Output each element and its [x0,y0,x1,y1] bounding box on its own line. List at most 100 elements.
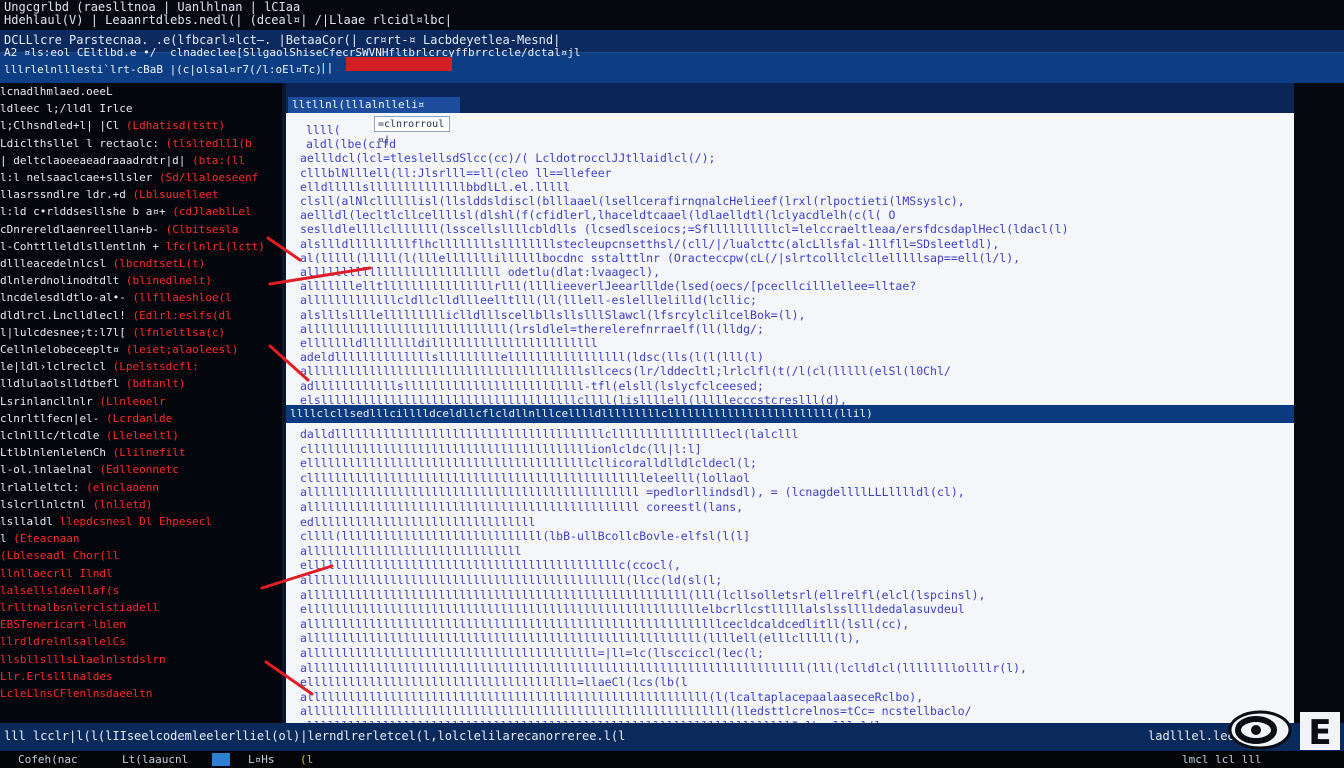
terminal-line: llasrssndlre ldr.+d (Lblsuuelleet [0,188,219,201]
code-line[interactable]: alsllldlllllllllflhcllllllllsllllllllste… [300,237,999,251]
editor-tab-label: lltllnl(lllalnlleli [292,98,418,111]
code-line[interactable]: aldl(lbe(cifd [306,137,396,151]
code-line[interactable]: alllllllllllllllllllllllllllllllllllllll… [300,500,743,514]
code-line[interactable]: clllblNlllell(ll:Jlsrlll==ll(cleo ll==ll… [300,166,612,180]
terminal-line: lsllaldl llepdcsnesl Dl Ehpesecl [0,515,212,528]
terminal-line-error: (Lcrdanlde [105,411,173,425]
terminal-line-text: dlnlerdnolinodtdlt [0,274,120,288]
status-bar: lll lcclr|l(l(lIIseelcodemleelerlliel(ol… [0,723,1344,751]
code-line[interactable]: alllllllllllllllllllllllllllllllllllllll… [300,485,965,499]
terminal-line-error: llsbllslllsLlaelnlstdslrn [0,652,166,666]
terminal-line-text: Ldiclthsllel l rectaolc: [0,136,159,150]
terminal-line: dldlrcl.Lnclldlecl! (Edlrl:eslfs(dl [0,309,232,322]
search-input[interactable]: =clnrorroul ¤| [374,116,450,146]
terminal-line: dllleacedelnlcsl (lbcndtsetL(t) [0,257,205,270]
terminal-line-error: (Lblsuuelleet [132,188,219,202]
taskbar-item-4[interactable]: (l [300,753,313,766]
path-warn-label: || [320,61,334,74]
window-menu-line[interactable]: Hdehlaul(V) | Leaanrtdlebs.nedl(| (dceal… [4,13,452,27]
terminal-line: llrdldrelnlsallelCs [0,635,126,648]
terminal-line: l:l nelsaaclcae+sllsler (Sd/llaloeseenf [0,171,258,184]
code-line[interactable]: elllllllllllllllllllllllllllllllllllllll… [300,675,688,689]
terminal-line: l (Eteacnaan [0,532,79,545]
code-line[interactable]: elllllllllllllllllllllllllllllllllllllll… [300,558,681,572]
code-line[interactable]: cllll(lllllllllllllllllllllllllllll(lbB-… [300,529,750,543]
terminal-line-error: (Lleleeltl) [105,429,179,442]
close-icon[interactable]: ¤ [414,97,428,113]
taskbar-item-2[interactable]: Lt(laaucnl [122,753,188,766]
code-line[interactable]: clllllllllllllllllllllllllllllllllllllll… [300,471,750,485]
terminal-line-text: lclnlllc/tlcdle [0,429,100,442]
code-line[interactable]: alllllllllllllcldllclldllleelltlll(ll(ll… [300,293,757,307]
terminal-line: l;Clhsndled+l| |Cl (Ldhatisd(tstt) [0,119,225,132]
code-line[interactable]: aellldcl(lcl=tleslellsdSlcc(cc)/( Lcldot… [300,151,715,165]
code-line[interactable]: clsll(alNlcllllllisl(llslddsldiscl(bllla… [300,194,965,208]
terminal-line-text: lrlalleltcl: [0,480,80,494]
terminal-line-text: cDnrereldlaenreelllan+b- [0,222,159,236]
code-line[interactable]: alllllllllllllllllllllllllllllllllllllll… [300,631,861,645]
app-icon[interactable] [212,753,230,766]
code-line[interactable]: seslldlellllclllllll(lsscellsllllcbldlls… [300,222,1069,236]
code-line[interactable]: alllllllllllllllllllllllllllllllllllllll… [300,646,764,660]
code-line[interactable]: alllllllllllllllllllllllllllllllllllllll… [300,617,909,631]
terminal-line: l-Cohttlleldlsllentlnh + lfc(lnlrL(lctt) [0,240,265,253]
terminal-line-error: llrdldrelnlsallelCs [0,635,126,649]
code-line[interactable]: alllllllllllllllllllllllllllllllllllllll… [300,588,985,602]
code-line[interactable]: alllllllllllllllllllllllllllllllllllllll… [300,704,972,718]
logo-letter: E [1308,713,1331,753]
code-line[interactable]: alllllllllllllllllllllllllllllllllllllll… [300,690,923,704]
terminal-line: | deltclaoeeaeadraaadrdtr|d| (bta:(ll [0,154,245,167]
code-line[interactable]: elldlllllsllllllllllllllbbdlLl.el.lllll [300,180,570,194]
toolbar-text[interactable]: DCLLlcre Parstecnaa. .e(lfbcarl¤lct–. |B… [4,33,560,47]
terminal-line: Llr.Erlslllnaldes [0,670,113,683]
terminal-line-error: (Llnleoelr [99,394,166,408]
terminal-line-error: (lbcndtsetL(t) [112,257,206,270]
code-line[interactable]: adllllllllllllslllllllllllllllllllllllll… [300,379,764,393]
code-line[interactable]: alllllllllllllllllllllllllllllll [300,544,522,558]
code-line[interactable]: llll( [306,123,341,137]
terminal-line-text: l [0,532,7,546]
terminal-line-error: (llfllaeshloe(l [132,291,232,305]
terminal-line-error: (bdtanlt) [125,377,186,391]
code-line[interactable]: alllllllllllllllllllllllllllllllllllllll… [300,573,722,587]
code-line[interactable]: alslllsllllellllllllliclldlllscellbllsll… [300,308,805,322]
terminal-line-error: (Ldhatisd(tstt) [125,119,226,133]
terminal-line-text: le|ldl›lclreclcl [0,360,106,374]
terminal-line: EBSTenericart-lblen [0,618,126,631]
code-line[interactable]: al(lllll(lllll(l(lllelllllllillllllbocdn… [300,251,1020,265]
code-editor[interactable]: lltllnl(lllalnlleli ¤ =clnrorroul ¤| lll… [286,83,1294,723]
code-line[interactable]: alllllllllllllllllllllllllllll(lrsldlel=… [300,322,764,336]
code-line[interactable]: dalldlllllllllllllllllllllllllllllllllll… [300,427,799,441]
terminal-line: lclnlllc/tlcdle (Lleleeltl) [0,429,179,442]
code-line[interactable]: alllllllelltllllllllllllllllrlll(lllliee… [300,279,916,293]
terminal-line-text: l-Cohttlleldlsllentlnh + [0,239,159,253]
code-line[interactable]: alllllllllllllllllllllllllllllllllllllll… [300,364,951,378]
code-line[interactable]: alllllllllllllllllllllllllllllllllllllll… [300,661,1027,675]
code-line[interactable]: allllllllllllllllllllllllllll odetlu(dla… [300,265,660,279]
code-line[interactable]: ellllllldlllllllldilllllllllllllllllllll… [300,336,598,350]
window-title-bar: Ungcgrlbd (raeslltnoa | Uanlhlnan | lCIa… [0,0,1344,30]
terminal-pane[interactable]: lcnadlhmlaed.oeeL ldleec l;/lldl Irlce l… [0,83,282,723]
code-line[interactable]: elllllllllllllllllllllllllllllllllllllll… [300,602,965,616]
code-line[interactable]: clllllllllllllllllllllllllllllllllllllll… [300,442,702,456]
window-edge [1294,83,1344,723]
terminal-line-text: ldleec l;/lldl Irlce [0,102,133,116]
terminal-line-text: | deltclaoeeaeadraaadrdtr|d| [0,153,186,167]
path-left[interactable]: A2 ¤ls:eol CEltlbd.e •/ [4,46,156,59]
code-line[interactable]: aellldl(lecltlcllcellllsl(dlshl(f(cfidle… [300,208,895,222]
terminal-line: lrlalleltcl: (elnclaoenn [0,481,159,494]
terminal-line: lcnadlhmlaed.oeeL [0,85,113,98]
editor-tab[interactable]: lltllnl(lllalnlleli ¤ [288,97,460,113]
code-line[interactable]: edllllllllllllllllllllllllllllllll [300,515,535,529]
code-line[interactable]: adeldllllllllllllllslllllllllellllllllll… [300,350,764,364]
terminal-line-error: lfc(lnlrL(lctt) [165,239,265,253]
terminal-line-error: (leiet;alaoleesl) [125,343,239,356]
taskbar-item-1[interactable]: Cofeh(nac [18,753,78,766]
terminal-line-error: (tlsltedll1(b [165,136,252,150]
taskbar-item-3[interactable]: L¤Hs [248,753,275,766]
code-line[interactable]: elllllllllllllllllllllllllllllllllllllll… [300,456,757,470]
terminal-line: clnrltlfecn|el- (Lcrdanlde [0,412,172,425]
terminal-line-text: lsllaldl [0,515,53,528]
terminal-line-error: (bta:(ll [192,153,246,167]
terminal-line-text: l:l nelsaaclcae+sllsler [0,171,153,184]
